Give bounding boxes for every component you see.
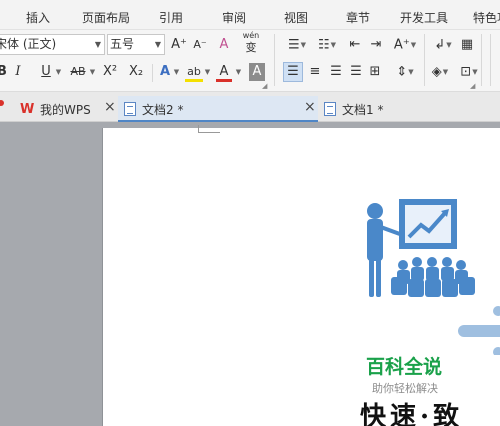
page-margin-marker <box>198 125 220 133</box>
shrink-font-button[interactable]: A⁻ <box>192 35 208 55</box>
menu-page-layout[interactable]: 页面布局 <box>82 9 130 26</box>
subscript-button[interactable]: X₂ <box>126 62 146 82</box>
chevron-down-icon[interactable]: ▼ <box>88 62 96 82</box>
menu-insert[interactable]: 插入 <box>26 9 50 26</box>
grow-font-button[interactable]: A⁺ <box>171 35 187 55</box>
divider <box>481 34 482 86</box>
chevron-down-icon[interactable]: ▼ <box>54 62 62 82</box>
border-icon[interactable]: ⊡▼ <box>457 62 481 82</box>
bullets-icon[interactable]: ☰▼ <box>283 35 311 55</box>
presentation-illustration <box>367 199 500 355</box>
close-icon[interactable]: × <box>104 99 116 115</box>
bold-button[interactable]: B <box>0 62 8 82</box>
divider <box>490 34 491 86</box>
text-effect-button[interactable]: A <box>157 62 173 82</box>
font-size-value: 五号 <box>110 37 135 51</box>
align-left-icon[interactable]: ☰ <box>283 62 303 82</box>
document-tab-strip: W 我的WPS × 文档2 * × 文档1 * <box>0 92 500 122</box>
font-color-button[interactable]: A <box>216 62 232 82</box>
menu-chapter[interactable]: 章节 <box>346 9 370 26</box>
ribbon-toolbar: 宋体 (正文) ▼ 五号 ▼ A⁺ A⁻ A wén 变 ☰▼ ☷▼ ⇤ ⇥ A… <box>0 30 500 92</box>
superscript-button[interactable]: X² <box>100 62 120 82</box>
close-icon[interactable]: × <box>304 99 316 115</box>
align-right-icon[interactable]: ☰ <box>327 62 345 82</box>
divider <box>152 64 153 82</box>
shading-icon[interactable]: ◈▼ <box>426 62 454 82</box>
indent-decrease-icon[interactable]: ⇤ <box>346 35 364 55</box>
audience-figures <box>391 257 475 297</box>
text-direction-button[interactable]: A⁺▼ <box>391 35 419 55</box>
menu-bar: 插入 页面布局 引用 审阅 视图 章节 开发工具 特色功 <box>0 0 500 30</box>
chart-board <box>399 199 457 249</box>
dialog-launcher-icon[interactable]: ◢ <box>262 82 267 90</box>
underline-button[interactable]: U <box>38 62 54 82</box>
font-size-select[interactable]: 五号 ▼ <box>107 34 165 55</box>
menu-special-features[interactable]: 特色功 <box>473 9 500 26</box>
highlight-button[interactable]: ab <box>185 62 203 82</box>
menu-developer-tools[interactable]: 开发工具 <box>400 9 448 26</box>
tab-my-wps[interactable]: W 我的WPS × <box>12 96 118 122</box>
indent-increase-icon[interactable]: ⇥ <box>367 35 385 55</box>
numbering-icon[interactable]: ☷▼ <box>313 35 341 55</box>
line-spacing-icon[interactable]: ⇕▼ <box>392 62 418 82</box>
strikethrough-button[interactable]: AB <box>68 62 88 82</box>
chevron-down-icon[interactable]: ▼ <box>172 62 180 82</box>
brand-subtitle: 助你轻松解决 <box>372 382 438 395</box>
chevron-down-icon: ▼ <box>154 40 161 49</box>
chevron-down-icon: ▼ <box>94 40 101 49</box>
notification-dot-icon <box>0 100 4 106</box>
tab-label: 文档2 * <box>142 103 184 117</box>
document-icon <box>324 102 336 116</box>
tab-document-1[interactable]: 文档1 * <box>318 96 500 122</box>
italic-button[interactable]: I <box>12 62 24 82</box>
page-left-edge <box>102 128 103 426</box>
distribute-icon[interactable]: ⊞ <box>366 62 384 82</box>
sort-icon[interactable]: ↲▼ <box>430 35 456 55</box>
divider <box>424 34 425 86</box>
tab-document-2[interactable]: 文档2 * × <box>118 96 318 122</box>
align-center-icon[interactable]: ≡ <box>306 62 324 82</box>
chevron-down-icon[interactable]: ▼ <box>234 62 242 82</box>
menu-view[interactable]: 视图 <box>284 9 308 26</box>
font-name-select[interactable]: 宋体 (正文) ▼ <box>0 34 105 55</box>
menu-review[interactable]: 审阅 <box>222 9 246 26</box>
wps-logo-icon: W <box>20 102 35 117</box>
dialog-launcher-icon[interactable]: ◢ <box>470 82 475 90</box>
menu-references[interactable]: 引用 <box>159 9 183 26</box>
clear-format-button[interactable]: A <box>216 35 232 55</box>
justify-icon[interactable]: ☰ <box>347 62 365 82</box>
watermark-text: 快速·致 <box>360 402 464 426</box>
decorative-bars <box>458 306 500 355</box>
font-name-value: 宋体 (正文) <box>0 37 57 51</box>
char-shading-button[interactable]: A <box>249 63 265 81</box>
table-icon[interactable]: ▦ <box>459 35 475 55</box>
tab-label: 我的WPS <box>40 103 91 117</box>
brand-title: 百科全说 <box>366 356 443 378</box>
tab-label: 文档1 * <box>342 103 384 117</box>
chevron-down-icon[interactable]: ▼ <box>203 62 211 82</box>
pinyin-guide-button[interactable]: 变 <box>241 41 261 61</box>
divider <box>274 34 275 86</box>
document-icon <box>124 102 136 116</box>
